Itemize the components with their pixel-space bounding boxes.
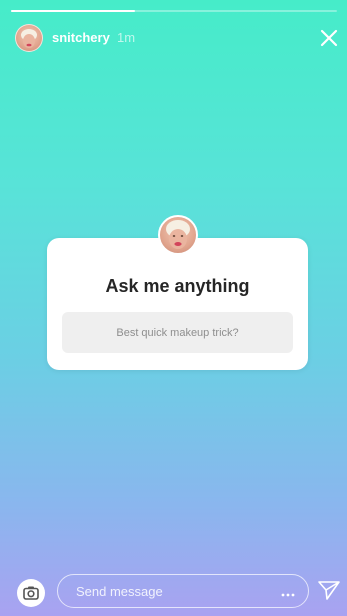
- sticker-title: Ask me anything: [105, 276, 250, 296]
- close-button[interactable]: [317, 26, 341, 50]
- send-button[interactable]: [316, 578, 342, 604]
- send-icon: [318, 581, 340, 600]
- camera-icon: [23, 586, 39, 600]
- question-sticker[interactable]: Ask me anything Best quick makeup trick?: [47, 238, 308, 370]
- camera-button[interactable]: [17, 579, 45, 607]
- story-viewer: snitchery 1m Ask me anything Best quick …: [0, 0, 347, 616]
- profile-avatar[interactable]: [15, 24, 43, 52]
- question-placeholder: Best quick makeup trick?: [116, 326, 239, 339]
- story-progress-bar: [11, 10, 337, 12]
- story-username[interactable]: snitchery: [52, 30, 110, 45]
- story-progress-fill: [11, 10, 135, 12]
- avatar-icon: [166, 220, 190, 249]
- question-response-field[interactable]: Best quick makeup trick?: [62, 312, 293, 353]
- story-timestamp: 1m: [117, 30, 136, 45]
- send-message-input[interactable]: Send message: [57, 574, 309, 608]
- close-icon: [320, 29, 338, 47]
- more-options-button[interactable]: [278, 587, 298, 597]
- avatar-icon: [21, 29, 37, 48]
- more-options-icon: [281, 593, 295, 597]
- sticker-avatar: [158, 215, 198, 255]
- message-placeholder: Send message: [76, 584, 163, 599]
